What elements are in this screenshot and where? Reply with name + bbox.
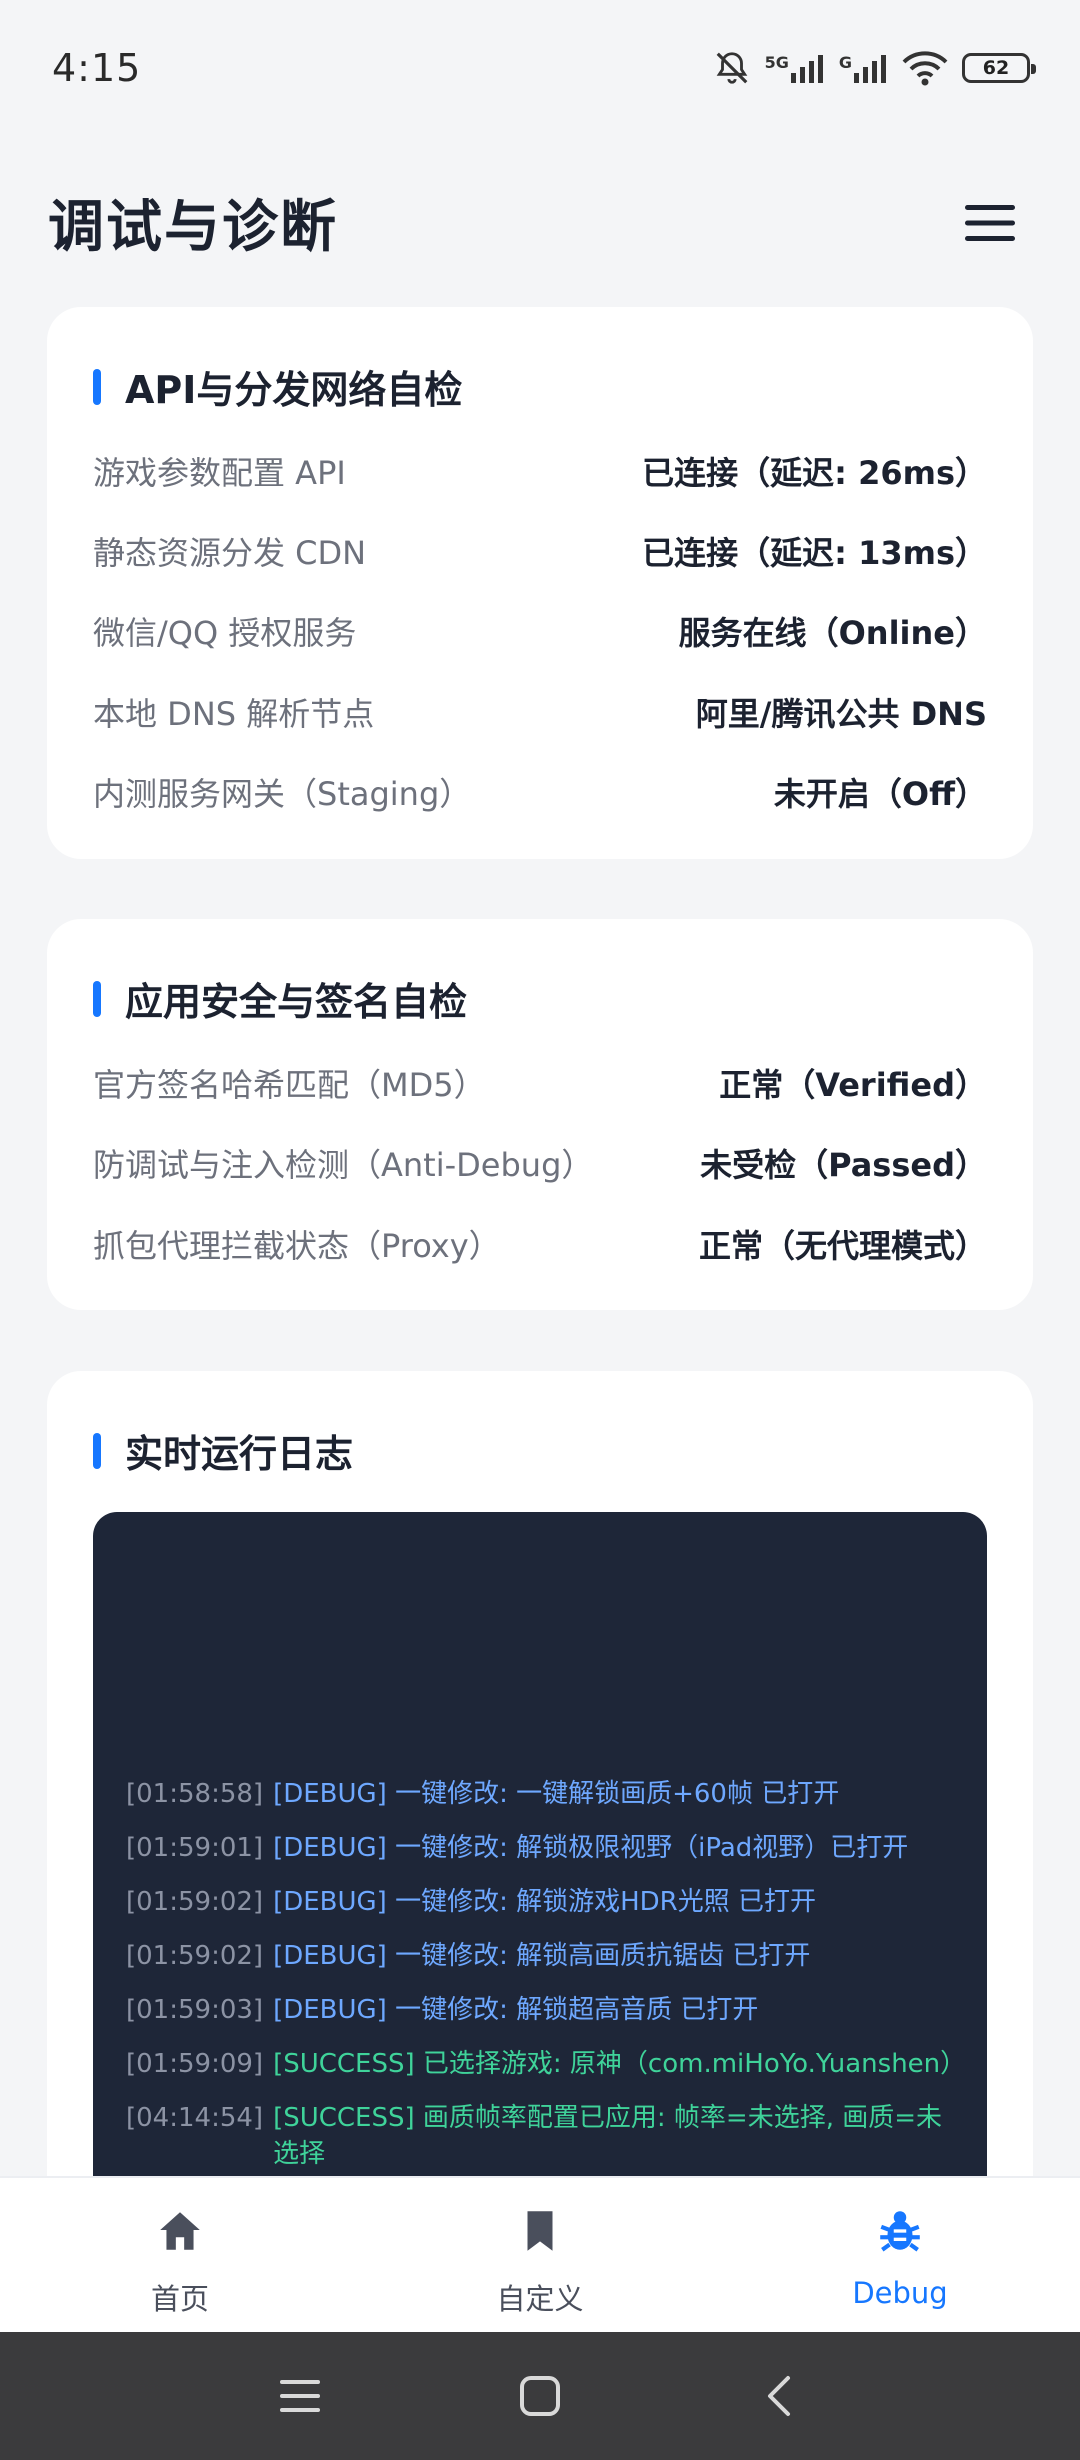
row-key: 内测服务网关（Staging）: [93, 775, 472, 813]
row-key: 游戏参数配置 API: [93, 454, 346, 492]
security-check-card: 应用安全与签名自检 官方签名哈希匹配（MD5） 正常（Verified） 防调试…: [47, 919, 1033, 1310]
home-button[interactable]: [420, 2374, 660, 2418]
row-key: 微信/QQ 授权服务: [93, 614, 357, 652]
row-key: 本地 DNS 解析节点: [93, 695, 375, 733]
log-message: [SUCCESS] 画质帧率配置已应用: 帧率=未选择, 画质=未选择: [273, 2103, 943, 2169]
security-row: 官方签名哈希匹配（MD5） 正常（Verified）: [93, 1055, 987, 1111]
row-key: 官方签名哈希匹配（MD5）: [93, 1066, 486, 1104]
row-value: 已连接（延迟: 13ms）: [642, 534, 987, 572]
battery-icon: 62: [962, 52, 1036, 83]
log-timestamp: [01:58:58]: [126, 1779, 264, 1809]
nav-label: 首页: [150, 2282, 209, 2316]
wifi-icon: [902, 50, 948, 85]
status-time: 4:15: [52, 45, 142, 90]
log-message: [DEBUG] 一键修改: 解锁高画质抗锯齿 已打开: [273, 1941, 811, 1971]
row-value: 未受检（Passed）: [700, 1146, 987, 1184]
network-row: 内测服务网关（Staging） 未开启（Off）: [93, 764, 987, 820]
row-key: 静态资源分发 CDN: [93, 534, 367, 572]
signal-5g-icon: 5G: [765, 53, 825, 83]
hamburger-menu-icon: [965, 204, 1015, 241]
nav-label: Debug: [852, 2276, 948, 2310]
nav-item-custom[interactable]: 自定义: [360, 2178, 720, 2332]
mute-icon: [716, 51, 747, 84]
signal-g-icon: G: [839, 53, 888, 83]
bottom-nav: 首页 自定义 Debug: [0, 2176, 1080, 2332]
status-bar: 4:15 5G G 62: [0, 0, 1080, 135]
log-console[interactable]: [01:58:58] [DEBUG] 一键修改: 一键解锁画质+60帧 已打开 …: [93, 1512, 987, 2212]
log-line: [01:59:02] [DEBUG] 一键修改: 解锁游戏HDR光照 已打开: [126, 1884, 959, 1920]
log-timestamp: [01:59:03]: [126, 1995, 264, 2025]
row-value: 阿里/腾讯公共 DNS: [695, 695, 987, 733]
log-line: [01:58:58] [DEBUG] 一键修改: 一键解锁画质+60帧 已打开: [126, 1776, 959, 1812]
bug-icon: [880, 2211, 920, 2252]
bookmark-icon: [527, 2211, 553, 2251]
log-message: [DEBUG] 一键修改: 解锁超高音质 已打开: [273, 1995, 759, 2025]
nav-label: 自定义: [496, 2282, 584, 2316]
row-value: 未开启（Off）: [773, 775, 987, 813]
system-nav-bar: [0, 2332, 1080, 2460]
network-row: 微信/QQ 授权服务 服务在线（Online）: [93, 603, 987, 659]
log-message: [DEBUG] 一键修改: 一键解锁画质+60帧 已打开: [273, 1779, 840, 1809]
row-key: 抓包代理拦截状态（Proxy）: [93, 1227, 501, 1265]
row-value: 已连接（延迟: 26ms）: [642, 454, 987, 492]
network-row: 游戏参数配置 API 已连接（延迟: 26ms）: [93, 443, 987, 499]
security-card-title: 应用安全与签名自检: [93, 971, 467, 1026]
log-timestamp: [01:59:02]: [126, 1941, 264, 1971]
log-timestamp: [01:59:01]: [126, 1833, 264, 1863]
row-value: 服务在线（Online）: [678, 614, 987, 652]
log-message: [DEBUG] 一键修改: 解锁游戏HDR光照 已打开: [273, 1887, 817, 1917]
log-message: [DEBUG] 一键修改: 解锁极限视野（iPad视野）已打开: [273, 1833, 909, 1863]
title-accent-bar: [93, 1432, 101, 1469]
app-header: 调试与诊断: [0, 135, 1080, 310]
row-value: 正常（无代理模式）: [698, 1227, 987, 1265]
network-card-title: API与分发网络自检: [93, 359, 462, 414]
home-square-icon: [520, 2376, 560, 2416]
log-line: [04:14:54] [SUCCESS] 画质帧率配置已应用: 帧率=未选择, …: [126, 2100, 959, 2172]
title-accent-bar: [93, 980, 101, 1017]
security-row: 防调试与注入检测（Anti-Debug） 未受检（Passed）: [93, 1135, 987, 1191]
nav-item-home[interactable]: 首页: [0, 2178, 360, 2332]
log-timestamp: [01:59:02]: [126, 1887, 264, 1917]
network-check-card: API与分发网络自检 游戏参数配置 API 已连接（延迟: 26ms） 静态资源…: [47, 307, 1033, 859]
log-line: [01:59:03] [DEBUG] 一键修改: 解锁超高音质 已打开: [126, 1992, 959, 2028]
back-button[interactable]: [660, 2374, 900, 2418]
runtime-log-card: 实时运行日志 [01:58:58] [DEBUG] 一键修改: 一键解锁画质+6…: [47, 1371, 1033, 2271]
security-row: 抓包代理拦截状态（Proxy） 正常（无代理模式）: [93, 1216, 987, 1272]
row-key: 防调试与注入检测（Anti-Debug）: [93, 1146, 594, 1184]
back-chevron-icon: [768, 2376, 790, 2416]
network-row: 本地 DNS 解析节点 阿里/腾讯公共 DNS: [93, 684, 987, 740]
nav-item-debug[interactable]: Debug: [720, 2178, 1080, 2332]
menu-button[interactable]: [960, 193, 1020, 253]
log-line: [01:59:01] [DEBUG] 一键修改: 解锁极限视野（iPad视野）已…: [126, 1830, 959, 1866]
log-line: [01:59:09] [SUCCESS] 已选择游戏: 原神（com.miHoY…: [126, 2046, 967, 2082]
log-line: [01:59:02] [DEBUG] 一键修改: 解锁高画质抗锯齿 已打开: [126, 1938, 959, 1974]
home-icon: [160, 2212, 200, 2250]
log-card-title: 实时运行日志: [93, 1423, 353, 1478]
network-row: 静态资源分发 CDN 已连接（延迟: 13ms）: [93, 523, 987, 579]
row-value: 正常（Verified）: [719, 1066, 987, 1104]
page-title: 调试与诊断: [48, 195, 338, 260]
recents-button[interactable]: [180, 2376, 420, 2416]
log-timestamp: [04:14:54]: [126, 2103, 264, 2133]
status-icons: 5G G 62: [713, 49, 1036, 87]
log-message: [SUCCESS] 已选择游戏: 原神（com.miHoYo.Yuanshen）: [273, 2049, 967, 2079]
title-accent-bar: [93, 368, 101, 405]
log-timestamp: [01:59:09]: [126, 2049, 264, 2079]
recents-menu-icon: [280, 2380, 320, 2412]
